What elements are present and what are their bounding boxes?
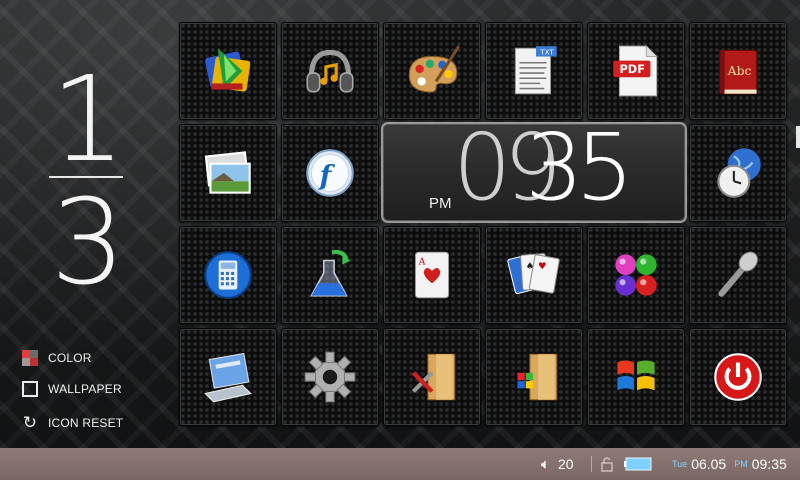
date-text: 06.05 [691,456,727,472]
tools-folder-icon [411,353,456,401]
txt-viewer-icon: TXT [514,46,557,95]
media-player-icon [205,48,251,92]
tile-file-viewer[interactable] [179,328,277,426]
svg-text:A: A [418,257,426,268]
svg-text:♥: ♥ [538,261,546,272]
tile-color-balls-game[interactable] [587,226,685,324]
svg-text:♠: ♠ [526,261,534,272]
battery-indicator [624,448,652,480]
paint-palette-icon [408,45,461,93]
color-label: COLOR [48,351,92,365]
color-option[interactable]: COLOR [22,350,92,366]
tile-card-game[interactable]: A [383,226,481,324]
status-separator [591,456,592,472]
pdf-viewer-icon: PDF [613,45,658,97]
page-edge-marker [796,126,800,148]
file-viewer-icon [204,352,252,403]
tile-pdf-viewer[interactable]: PDF [587,22,685,120]
volume-control[interactable]: 🔈︎ 20 [541,448,574,480]
windows-folder-icon [517,353,558,401]
settings-gear-icon [304,351,356,403]
icon-reset-label: ICON RESET [48,416,124,430]
digital-clock-widget[interactable]: PM 09 35 [381,122,687,223]
status-ampm: PM [734,459,748,469]
tile-media-player[interactable] [179,22,277,120]
flash-player-icon: f [306,149,354,197]
svg-text:Abc: Abc [727,63,752,78]
tile-settings[interactable] [281,328,379,426]
svg-text:PDF: PDF [619,62,645,76]
windows-logo-icon [617,360,655,391]
volume-level: 20 [558,456,574,472]
chemistry-flask-icon [310,249,351,297]
solitaire-cards-icon: ♥ ♠ [507,253,560,295]
tile-calculator[interactable] [179,226,277,324]
weekday: Tue [672,459,688,469]
total-pages-number: 3 [50,173,126,311]
wallpaper-icon [22,381,38,397]
reset-icon: ↻ [22,413,38,432]
status-bar: 🔈︎ 20 Tue 06.05 PM 09:35 [0,448,800,480]
tile-music[interactable] [281,22,379,120]
tile-flash-player[interactable]: f [281,124,379,222]
clock-minute: 35 [525,114,634,221]
tile-tools-folder[interactable] [383,328,481,426]
lock-button[interactable] [600,448,614,480]
photo-viewer-icon [204,151,251,194]
tile-solitaire[interactable]: ♥ ♠ [485,226,583,324]
time-text: 09:35 [751,456,787,472]
date-time-display[interactable]: Tue 06.05 PM 09:35 [672,448,787,480]
speaker-icon: 🔈︎ [541,455,551,473]
tile-txt-viewer[interactable]: TXT [485,22,583,120]
current-page-number: 1 [50,50,126,188]
card-game-icon: A [414,251,450,299]
tile-voice-recorder[interactable] [689,226,787,324]
power-icon [714,353,762,401]
tile-windows[interactable] [587,328,685,426]
color-icon [22,350,38,366]
lock-icon [601,457,613,472]
battery-icon [624,457,652,471]
music-headphones-icon [306,49,354,93]
dictionary-icon: Abc [719,49,758,95]
clock-ampm: PM [429,195,452,212]
tile-photo-viewer[interactable] [179,124,277,222]
icon-reset-option[interactable]: ↻ ICON RESET [22,413,124,432]
color-balls-game-icon [615,254,657,296]
tile-dictionary[interactable]: Abc [689,22,787,120]
svg-text:TXT: TXT [539,47,554,56]
microphone-icon [718,251,759,297]
tile-world-clock[interactable] [689,124,787,222]
tile-power[interactable] [689,328,787,426]
tile-chemistry[interactable] [281,226,379,324]
tile-paint[interactable] [383,22,481,120]
wallpaper-label: WALLPAPER [48,382,122,396]
wallpaper-option[interactable]: WALLPAPER [22,381,122,397]
world-clock-icon [717,148,761,198]
tile-windows-folder[interactable] [485,328,583,426]
calculator-icon [204,251,252,299]
